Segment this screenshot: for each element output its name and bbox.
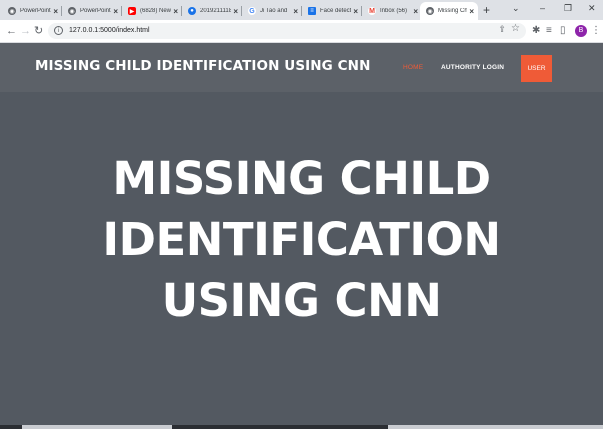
doc-icon: ≡ bbox=[308, 7, 316, 15]
browser-tab[interactable]: M Inbox (56) × bbox=[362, 2, 422, 20]
globe-icon: ◉ bbox=[426, 7, 434, 15]
people-icon: ● bbox=[188, 7, 196, 15]
nav-home[interactable]: HOME bbox=[403, 64, 423, 71]
new-tab-icon[interactable]: + bbox=[483, 2, 490, 18]
close-icon[interactable]: × bbox=[469, 7, 474, 16]
nav-authority-login[interactable]: AUTHORITY LOGIN bbox=[441, 64, 504, 71]
menu-icon[interactable]: ⋮ bbox=[591, 24, 601, 38]
google-icon: G bbox=[248, 7, 256, 15]
reading-list-icon[interactable]: ≡ bbox=[546, 24, 552, 38]
extensions-icon[interactable]: ✱ bbox=[532, 24, 540, 38]
hero-section: MISSING CHILD IDENTIFICATION USING CNN bbox=[0, 92, 603, 429]
browser-tab[interactable]: ≡ Face detect × bbox=[302, 2, 362, 20]
browser-tab[interactable]: ▶ (6828) New × bbox=[122, 2, 182, 20]
site-logo[interactable]: MISSING CHILD IDENTIFICATION USING CNN bbox=[35, 58, 370, 74]
nav-user-button[interactable]: USER bbox=[521, 55, 552, 82]
browser-tab[interactable]: G Ji Tao and × bbox=[242, 2, 302, 20]
reload-icon[interactable]: ↻ bbox=[34, 24, 43, 38]
close-icon[interactable]: × bbox=[353, 7, 358, 16]
taskbar bbox=[0, 425, 603, 429]
side-panel-icon[interactable]: ▯ bbox=[560, 24, 566, 38]
profile-avatar[interactable]: B bbox=[575, 25, 587, 37]
address-url[interactable]: 127.0.0.1:5000/index.html bbox=[69, 25, 150, 37]
close-icon[interactable]: × bbox=[113, 7, 118, 16]
taskbar-item[interactable] bbox=[22, 425, 172, 429]
window-close-icon[interactable]: ✕ bbox=[588, 3, 596, 14]
address-bar[interactable]: i 127.0.0.1:5000/index.html ⇪ ☆ bbox=[48, 23, 526, 39]
close-icon[interactable]: × bbox=[233, 7, 238, 16]
globe-icon: ◉ bbox=[8, 7, 16, 15]
tab-title: (6828) New bbox=[140, 8, 172, 14]
youtube-icon: ▶ bbox=[128, 7, 136, 15]
forward-icon[interactable]: → bbox=[20, 24, 31, 38]
tab-title: Inbox (56) bbox=[380, 8, 408, 14]
close-icon[interactable]: × bbox=[413, 7, 418, 16]
site-header: MISSING CHILD IDENTIFICATION USING CNN H… bbox=[0, 43, 603, 92]
minimize-icon[interactable]: – bbox=[540, 3, 545, 13]
browser-tab[interactable]: ◉ PowerPoint × bbox=[2, 2, 62, 20]
tab-strip: ◉ PowerPoint × ◉ PowerPoint × ▶ (6828) N… bbox=[0, 0, 603, 20]
taskbar-item[interactable] bbox=[388, 425, 603, 429]
globe-icon: ◉ bbox=[68, 7, 76, 15]
back-icon[interactable]: ← bbox=[6, 24, 17, 38]
hero-title: MISSING CHILD IDENTIFICATION USING CNN bbox=[102, 152, 501, 327]
tab-title: Face detect bbox=[320, 8, 352, 14]
tab-title: PowerPoint bbox=[20, 8, 51, 14]
info-icon[interactable]: i bbox=[54, 26, 63, 35]
restore-icon[interactable]: ❐ bbox=[564, 3, 572, 14]
close-icon[interactable]: × bbox=[293, 7, 298, 16]
bookmark-star-icon[interactable]: ☆ bbox=[511, 23, 520, 34]
tab-title: PowerPoint bbox=[80, 8, 111, 14]
tab-title: Ji Tao and bbox=[260, 8, 288, 14]
share-icon[interactable]: ⇪ bbox=[498, 24, 506, 35]
browser-toolbar: ← → ↻ i 127.0.0.1:5000/index.html ⇪ ☆ ✱ … bbox=[0, 20, 603, 43]
tab-title: 2019211118 bbox=[200, 8, 232, 14]
close-icon[interactable]: × bbox=[53, 7, 58, 16]
browser-tab[interactable]: ● 2019211118 × bbox=[182, 2, 242, 20]
gmail-icon: M bbox=[368, 7, 376, 15]
browser-tab[interactable]: ◉ PowerPoint × bbox=[62, 2, 122, 20]
chevron-down-icon[interactable]: ⌄ bbox=[512, 3, 520, 14]
close-icon[interactable]: × bbox=[173, 7, 178, 16]
browser-tab-active[interactable]: ◉ Missing Ch × bbox=[420, 2, 478, 20]
tab-title: Missing Ch bbox=[438, 8, 468, 14]
